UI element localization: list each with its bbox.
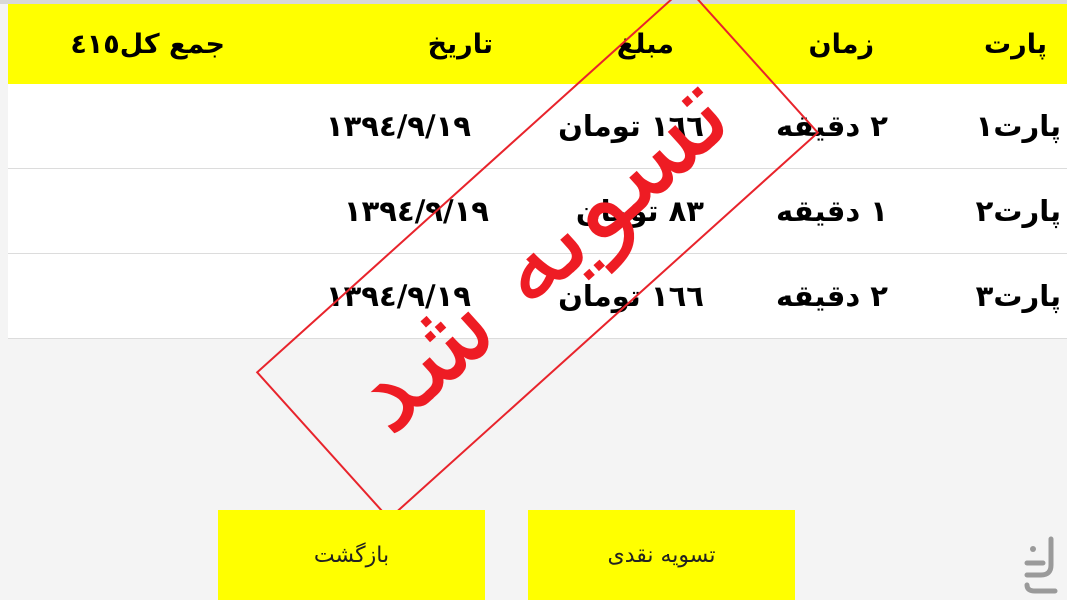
row-time: ٢ دقیقه — [776, 279, 888, 313]
table-row: پارت٣ ٢ دقیقه ١٦٦ تومان ١٣٩٤/٩/١٩ — [8, 254, 1067, 339]
row-amount: ١٦٦ تومان — [558, 109, 704, 143]
row-part: پارت١ — [975, 109, 1061, 143]
cash-settle-button[interactable]: تسویه نقدی — [528, 510, 795, 600]
row-date: ١٣٩٤/٩/١٩ — [325, 109, 471, 143]
brand-logo-icon — [1024, 536, 1058, 594]
header-time: زمان — [808, 28, 874, 60]
row-date: ١٣٩٤/٩/١٩ — [325, 279, 471, 313]
payment-table: پارت زمان مبلغ تاریخ جمع کل٤١٥ پارت١ ٢ د… — [8, 4, 1067, 339]
row-time: ١ دقیقه — [776, 194, 888, 228]
header-amount: مبلغ — [616, 28, 674, 60]
header-part: پارت — [984, 28, 1047, 60]
row-part: پارت٢ — [975, 194, 1061, 228]
header-total: جمع کل٤١٥ — [70, 28, 225, 60]
row-time: ٢ دقیقه — [776, 109, 888, 143]
header-date: تاریخ — [427, 28, 493, 60]
row-date: ١٣٩٤/٩/١٩ — [343, 194, 489, 228]
table-row: پارت١ ٢ دقیقه ١٦٦ تومان ١٣٩٤/٩/١٩ — [8, 84, 1067, 169]
table-header: پارت زمان مبلغ تاریخ جمع کل٤١٥ — [8, 4, 1067, 84]
back-button[interactable]: بازگشت — [218, 510, 485, 600]
row-amount: ٨٣ تومان — [575, 194, 704, 228]
row-amount: ١٦٦ تومان — [558, 279, 704, 313]
table-row: پارت٢ ١ دقیقه ٨٣ تومان ١٣٩٤/٩/١٩ — [8, 169, 1067, 254]
row-part: پارت٣ — [975, 279, 1061, 313]
app-screen: پارت زمان مبلغ تاریخ جمع کل٤١٥ پارت١ ٢ د… — [0, 0, 1067, 600]
